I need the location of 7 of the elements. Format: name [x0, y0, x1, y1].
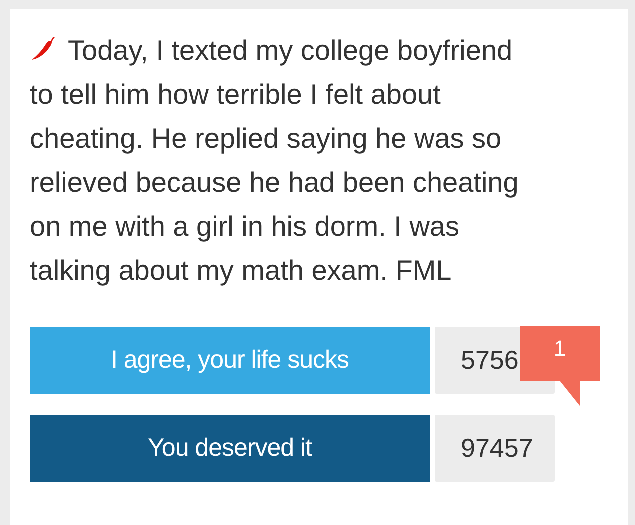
vote-button[interactable]: You deserved it	[30, 415, 430, 482]
vote-count: 5756	[461, 345, 519, 376]
vote-button[interactable]: I agree, your life sucks	[30, 327, 430, 394]
comment-badge[interactable]: 1	[520, 326, 600, 406]
post-text: Today, I texted my college boyfriend to tell him how terrible I felt about cheating. He replied saying he was so relieved because he had been cheating on me with a girl in his dorm. I was talking about my math exam. FML	[30, 34, 520, 288]
vote-count: 97457	[461, 433, 534, 464]
chili-pepper-icon	[30, 36, 56, 62]
